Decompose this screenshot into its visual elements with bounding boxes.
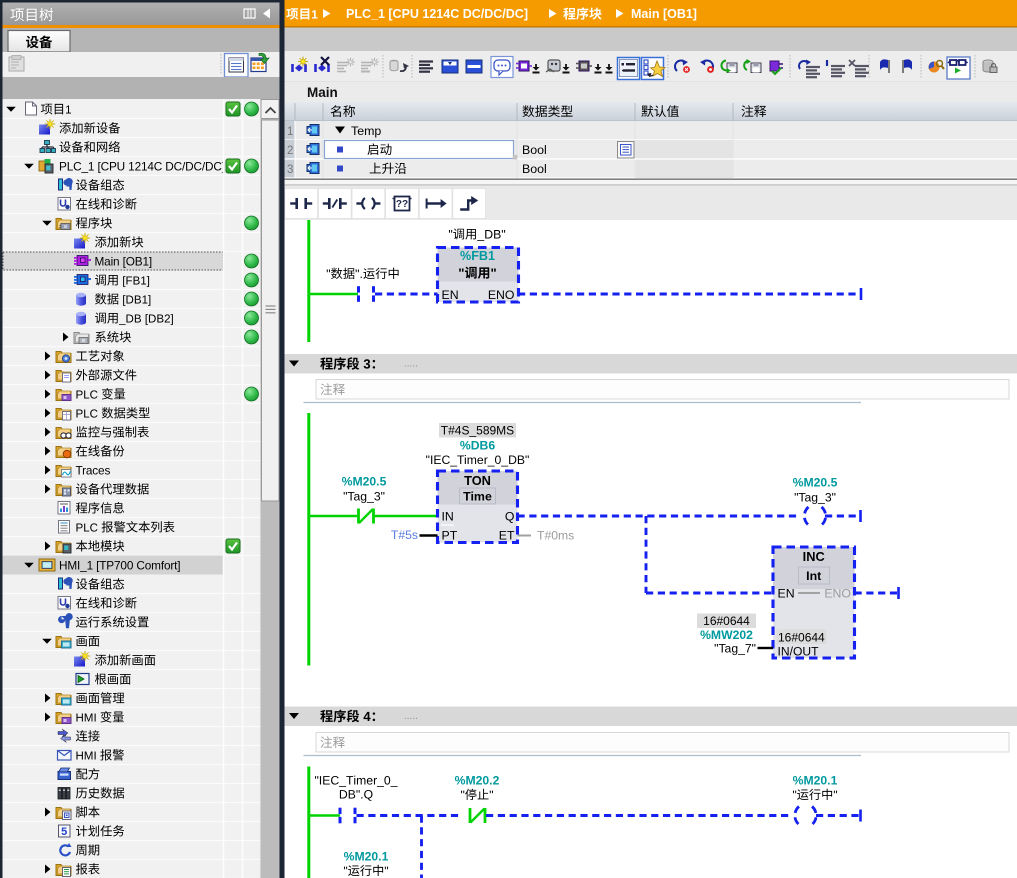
svg-text:TON: TON [464, 473, 491, 488]
svg-text:"IEC_Timer_0_DB": "IEC_Timer_0_DB" [426, 453, 530, 467]
svg-text:PLC_1 [CPU 1214C DC/DC/DC]: PLC_1 [CPU 1214C DC/DC/DC] [59, 160, 225, 174]
svg-text:ENO: ENO [824, 587, 851, 601]
svg-text:.....: ..... [404, 359, 418, 370]
svg-text:EN: EN [778, 587, 795, 601]
svg-text:PLC_1 [CPU 1214C DC/DC/DC]: PLC_1 [CPU 1214C DC/DC/DC] [346, 7, 528, 21]
svg-text:5: 5 [61, 826, 67, 838]
svg-text:"Tag_3": "Tag_3" [794, 491, 836, 505]
svg-text:EN: EN [442, 288, 459, 302]
svg-text:%M20.1: %M20.1 [344, 850, 389, 864]
svg-text:Main: Main [307, 85, 338, 100]
svg-text:16#0644: 16#0644 [703, 614, 750, 628]
svg-text:3: 3 [287, 164, 293, 176]
svg-text:??: ?? [396, 199, 408, 210]
svg-text:16#0644: 16#0644 [778, 631, 825, 645]
svg-text:%M20.2: %M20.2 [455, 774, 500, 788]
svg-text:IN/OUT: IN/OUT [778, 645, 820, 659]
svg-text:INC: INC [803, 549, 825, 564]
svg-text:"Tag_7": "Tag_7" [714, 642, 756, 656]
svg-text:%M20.1: %M20.1 [793, 774, 838, 788]
svg-text:Temp: Temp [351, 124, 381, 138]
svg-text:T#4S_589MS: T#4S_589MS [441, 424, 514, 438]
svg-text:%MW202: %MW202 [700, 628, 753, 642]
svg-text:ET: ET [499, 529, 515, 543]
svg-text:Q: Q [505, 510, 515, 524]
svg-text:%FB1: %FB1 [460, 249, 495, 263]
svg-text:Time: Time [463, 490, 492, 504]
svg-text:Bool: Bool [522, 162, 547, 176]
svg-text:T#5s: T#5s [391, 528, 418, 542]
svg-text:Int: Int [806, 569, 821, 583]
svg-text:IN: IN [442, 510, 454, 524]
svg-text:2: 2 [287, 145, 293, 157]
svg-text:Main [OB1]: Main [OB1] [95, 255, 153, 269]
svg-text:Traces: Traces [76, 464, 111, 478]
svg-text:"Tag_3": "Tag_3" [343, 490, 385, 504]
svg-text:%M20.5: %M20.5 [342, 475, 387, 489]
svg-text:Bool: Bool [522, 143, 547, 157]
svg-text:%M20.5: %M20.5 [793, 476, 838, 490]
svg-text:PT: PT [442, 529, 458, 543]
svg-text:ENO: ENO [488, 288, 515, 302]
svg-text:1: 1 [287, 126, 293, 138]
svg-text:Main [OB1]: Main [OB1] [631, 7, 697, 21]
svg-text:T#0ms: T#0ms [537, 529, 574, 543]
svg-text:%DB6: %DB6 [460, 439, 495, 453]
svg-text:HMI_1 [TP700 Comfort]: HMI_1 [TP700 Comfort] [59, 559, 180, 573]
svg-text:.....: ..... [404, 711, 418, 722]
